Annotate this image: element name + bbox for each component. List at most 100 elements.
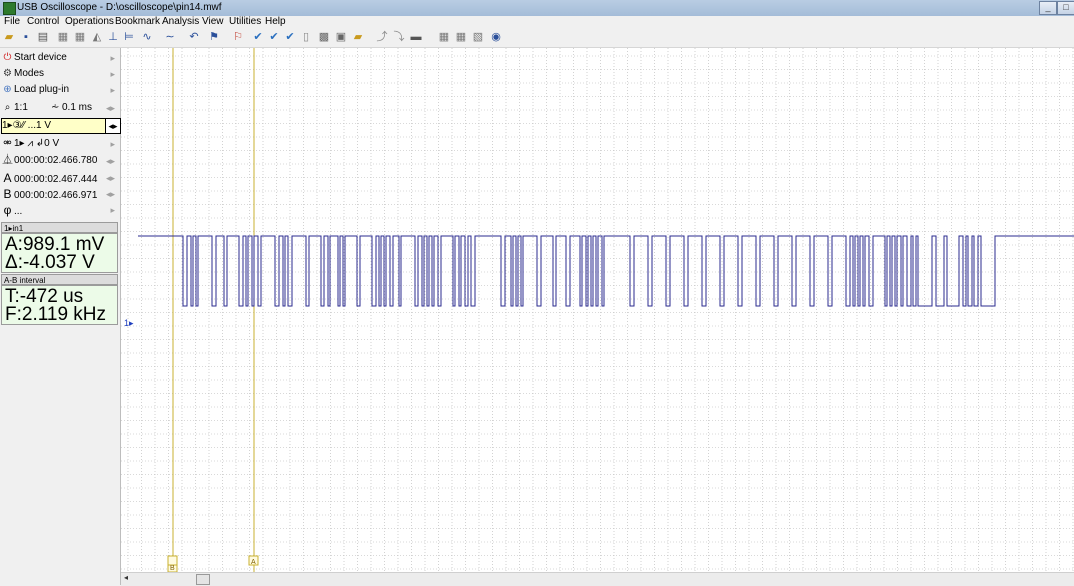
layout-icon-2[interactable]: ▦ xyxy=(73,30,87,44)
window-title: USB Oscilloscope - D:\oscilloscope\pin14… xyxy=(17,2,222,13)
cursor-a-handle[interactable]: A xyxy=(248,555,259,566)
protocol-icon-1[interactable]: ⤴ xyxy=(375,30,389,44)
menu-file[interactable]: File xyxy=(4,16,20,28)
layout-icon-1[interactable]: ▦ xyxy=(56,30,70,44)
export-icon-1[interactable]: ▦ xyxy=(437,30,451,44)
window-icon[interactable]: ▣ xyxy=(334,30,348,44)
horizontal-scrollbar[interactable]: ◂ xyxy=(121,572,1074,586)
math-icon[interactable]: ∿ xyxy=(140,30,154,44)
start-device-label: Start device xyxy=(14,52,67,63)
cursor-icon[interactable]: ⊥ xyxy=(106,30,120,44)
phi-icon: φ xyxy=(3,203,12,217)
check-up-icon[interactable]: ✔ xyxy=(283,30,297,44)
menu-bookmark[interactable]: Bookmark xyxy=(115,16,160,28)
cursor-a-icon: A xyxy=(3,171,12,185)
chevron-right-icon: ▸ xyxy=(110,53,115,63)
magnifier-icon: ⌕ xyxy=(4,102,11,113)
menu-control[interactable]: Control xyxy=(27,16,59,28)
scrollbar-thumb[interactable] xyxy=(196,574,210,585)
load-plugin-label: Load plug-in xyxy=(14,84,70,95)
timebase-icon: ⩪ xyxy=(51,102,60,113)
export-icon-2[interactable]: ▦ xyxy=(454,30,468,44)
channel-row[interactable]: 1▸③⁄⁄ ...1 V ◂▸ xyxy=(1,118,121,134)
power-icon: ⏻ xyxy=(3,52,12,63)
menu-analysis[interactable]: Analysis xyxy=(162,16,199,28)
toolbar: ▰ ▪ ▤ ▦ ▦ ◭ ⊥ ⊨ ∿ ∼ ↶ ⚑ ⚐ ✔ ✔ ✔ ▯ ▩ ▣ ▰ … xyxy=(0,28,1074,48)
grid-icon[interactable]: ▩ xyxy=(317,30,331,44)
stepper-icon[interactable]: ◂▸ xyxy=(106,153,115,169)
grid xyxy=(121,48,1074,572)
page-icon[interactable]: ▯ xyxy=(299,30,313,44)
cursor-b-label: B xyxy=(170,565,175,572)
protocol-icon-2[interactable]: ⤵ xyxy=(392,30,406,44)
time-position-icon: ⏅ xyxy=(2,155,13,166)
start-device-item[interactable]: ⏻ Start device ▸ xyxy=(1,50,119,66)
zoom-row[interactable]: ⌕ 1:1 ⩪ 0.1 ms ◂▸ xyxy=(1,100,119,116)
signal-trace xyxy=(138,235,1074,307)
stepper-icon[interactable]: ◂▸ xyxy=(106,170,115,186)
menu-bar: File Control Operations Bookmark Analysi… xyxy=(0,16,1074,28)
chevron-right-icon: ▸ xyxy=(110,69,115,79)
measure-header: 1▸in1 xyxy=(1,222,118,233)
control-panel: ⏻ Start device ▸ ⚙ Modes ▸ ⊕ Load plug-in ▸… xyxy=(0,48,121,585)
title-bar: USB Oscilloscope - D:\oscilloscope\pin14… xyxy=(0,0,1074,17)
cursor-b-handle[interactable]: B xyxy=(167,555,178,573)
decode-icon[interactable]: ▰ xyxy=(351,30,365,44)
save-icon[interactable]: ▪ xyxy=(19,30,33,44)
menu-operations[interactable]: Operations xyxy=(65,16,114,28)
trigger-row[interactable]: ⚮ 1▸ ⩘ ↲0 V ▸ xyxy=(1,136,119,152)
channel-settings: 1▸③⁄⁄ ...1 V xyxy=(2,120,52,131)
print-icon[interactable]: ▤ xyxy=(36,30,50,44)
measure-delta: Δ:-4.037 V xyxy=(5,252,95,273)
stepper-icon[interactable]: ◂▸ xyxy=(106,100,115,116)
modes-icon: ⚙ xyxy=(3,68,12,79)
channel-marker[interactable]: 1▸ xyxy=(124,318,134,328)
chevron-right-icon: ▸ xyxy=(110,139,115,149)
app-icon xyxy=(3,2,16,15)
export-icon-3[interactable]: ▧ xyxy=(471,30,485,44)
phase-row[interactable]: φ... ▸ xyxy=(1,202,119,218)
menu-view[interactable]: View xyxy=(202,16,224,28)
time-cursor-row[interactable]: ⏅ 000:00:02.466.780 ◂▸ xyxy=(1,153,119,169)
cursor-b-icon: B xyxy=(3,187,12,201)
channel-stepper-icon[interactable]: ◂▸ xyxy=(105,119,120,133)
cursor-b-value: 000:00:02.466.971 xyxy=(14,190,98,201)
cursor-b-row[interactable]: B 000:00:02.466.971 ◂▸ xyxy=(1,186,119,202)
cursor-a-label: A xyxy=(251,559,256,566)
undo-icon[interactable]: ↶ xyxy=(187,30,201,44)
check-icon[interactable]: ✔ xyxy=(251,30,265,44)
layout-icon-3[interactable]: ◭ xyxy=(90,30,104,44)
trigger-icon[interactable]: ⊨ xyxy=(122,30,136,44)
menu-utilities[interactable]: Utilities xyxy=(229,16,261,28)
plugin-icon: ⊕ xyxy=(3,84,12,95)
measure-box: A:989.1 mV Δ:-4.037 V xyxy=(1,233,118,273)
scope-display[interactable]: 1▸ B A xyxy=(121,48,1074,573)
chevron-right-icon: ▸ xyxy=(110,85,115,95)
maximize-icon[interactable]: □ xyxy=(1057,1,1074,15)
menu-help[interactable]: Help xyxy=(265,16,286,28)
trigger-mode-icon: ⚮ xyxy=(3,138,12,149)
chevron-right-icon: ▸ xyxy=(110,205,115,215)
bookmark-remove-icon[interactable]: ⚐ xyxy=(231,30,245,44)
interval-f: F:2.119 kHz xyxy=(5,304,107,325)
phase-value: ... xyxy=(14,206,23,217)
minimize-icon[interactable]: _ xyxy=(1039,1,1057,15)
modes-item[interactable]: ⚙ Modes ▸ xyxy=(1,66,119,82)
help-icon[interactable]: ◉ xyxy=(489,30,503,44)
bookmark-add-icon[interactable]: ⚑ xyxy=(207,30,221,44)
trigger-settings: 1▸ ⩘ ↲0 V xyxy=(14,138,60,149)
time-cursor-value: 000:00:02.466.780 xyxy=(14,155,98,166)
open-icon[interactable]: ▰ xyxy=(2,30,16,44)
time-div-value: 0.1 ms xyxy=(62,102,93,113)
load-plugin-item[interactable]: ⊕ Load plug-in ▸ xyxy=(1,82,119,98)
scroll-left-icon[interactable]: ◂ xyxy=(124,573,128,582)
stepper-icon[interactable]: ◂▸ xyxy=(106,186,115,202)
filter-icon[interactable]: ∼ xyxy=(163,30,177,44)
scope-canvas[interactable]: 1▸ B A xyxy=(121,48,1074,573)
format-icon[interactable]: ▬ xyxy=(409,30,423,44)
cursor-a-row[interactable]: A 000:00:02.467.444 ◂▸ xyxy=(1,170,119,186)
interval-header: A-B interval xyxy=(1,274,118,285)
modes-label: Modes xyxy=(14,68,45,79)
check-down-icon[interactable]: ✔ xyxy=(267,30,281,44)
zoom-ratio: 1:1 xyxy=(14,102,28,113)
